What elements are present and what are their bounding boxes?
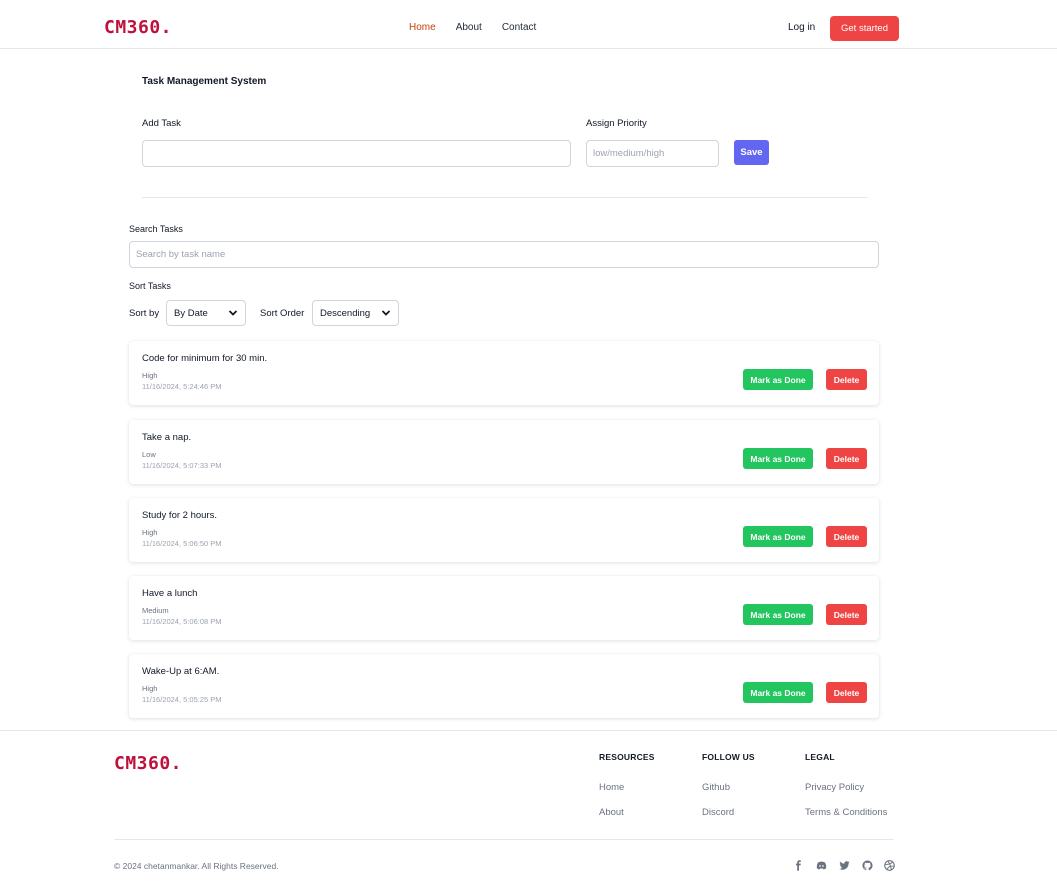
task-name: Have a lunch [142,588,198,599]
dribbble-icon[interactable] [884,860,895,871]
footer-link-home[interactable]: Home [599,782,624,793]
site-header: CM360. Home About Contact Log in Get sta… [0,0,1057,49]
footer-link-about[interactable]: About [599,807,624,818]
nav-home-link[interactable]: Home [409,22,436,33]
task-name: Code for minimum for 30 min. [142,353,268,364]
sort-by-label: Sort by [129,308,160,319]
sort-by-value: By Date [174,307,208,319]
delete-button[interactable]: Delete [826,448,867,469]
page-title: Task Management System [142,76,267,87]
footer-heading-legal: LEGAL [805,752,835,762]
logo[interactable]: CM360. [104,17,172,38]
task-date: 11/16/2024, 5:06:50 PM [142,539,222,548]
footer-divider [114,839,894,840]
footer-link-github[interactable]: Github [702,782,730,793]
footer-heading-follow-us: FOLLOW US [702,752,755,762]
sort-order-label: Sort Order [260,308,305,319]
copyright-text: © 2024 chetanmankar. All Rights Reserved… [114,861,279,871]
task-priority: High [142,528,158,537]
chevron-down-icon [228,310,238,316]
save-button[interactable]: Save [734,140,769,165]
main-nav: Home About Contact [409,22,556,33]
search-label: Search Tasks [129,224,183,234]
site-footer: CM360. RESOURCES Home About FOLLOW US Gi… [0,730,1057,891]
discord-icon[interactable] [816,860,827,871]
login-link[interactable]: Log in [788,22,815,33]
nav-contact-link[interactable]: Contact [502,22,536,33]
footer-link-privacy[interactable]: Privacy Policy [805,782,864,793]
mark-done-button[interactable]: Mark as Done [743,369,813,390]
delete-button[interactable]: Delete [826,369,867,390]
footer-link-terms[interactable]: Terms & Conditions [805,807,887,818]
add-task-label: Add Task [142,118,181,129]
form-divider [142,197,868,198]
task-date: 11/16/2024, 5:05:25 PM [142,695,222,704]
delete-button[interactable]: Delete [826,682,867,703]
delete-button[interactable]: Delete [826,526,867,547]
task-card: Wake-Up at 6:AM. High 11/16/2024, 5:05:2… [129,654,879,718]
task-date: 11/16/2024, 5:24:46 PM [142,382,222,391]
task-name: Wake-Up at 6:AM. [142,666,220,677]
footer-link-discord[interactable]: Discord [702,807,734,818]
sort-order-select[interactable]: Descending [312,300,399,326]
mark-done-button[interactable]: Mark as Done [743,448,813,469]
task-date: 11/16/2024, 5:06:08 PM [142,617,222,626]
github-icon[interactable] [862,860,873,871]
footer-heading-resources: RESOURCES [599,752,655,762]
get-started-button[interactable]: Get started [830,16,899,41]
priority-label: Assign Priority [586,118,647,129]
task-card: Code for minimum for 30 min. High 11/16/… [129,341,879,405]
task-card: Take a nap. Low 11/16/2024, 5:07:33 PM M… [129,420,879,484]
task-priority: Medium [142,606,169,615]
task-priority: High [142,371,158,380]
mark-done-button[interactable]: Mark as Done [743,604,813,625]
task-date: 11/16/2024, 5:07:33 PM [142,461,222,470]
task-card: Have a lunch Medium 11/16/2024, 5:06:08 … [129,576,879,640]
task-priority: Low [142,450,156,459]
task-priority: High [142,684,158,693]
twitter-icon[interactable] [839,860,850,871]
search-input[interactable]: Search by task name [129,241,879,268]
facebook-icon[interactable] [793,860,804,871]
delete-button[interactable]: Delete [826,604,867,625]
priority-input[interactable]: low/medium/high [586,140,719,167]
mark-done-button[interactable]: Mark as Done [743,682,813,703]
mark-done-button[interactable]: Mark as Done [743,526,813,547]
nav-about-link[interactable]: About [456,22,482,33]
task-card: Study for 2 hours. High 11/16/2024, 5:06… [129,498,879,562]
sort-by-select[interactable]: By Date [166,300,246,326]
add-task-input[interactable] [142,140,571,167]
chevron-down-icon [381,310,391,316]
sort-order-value: Descending [320,307,371,319]
sort-label: Sort Tasks [129,281,171,291]
task-name: Study for 2 hours. [142,510,217,521]
task-name: Take a nap. [142,432,192,443]
footer-logo[interactable]: CM360. [114,753,182,774]
